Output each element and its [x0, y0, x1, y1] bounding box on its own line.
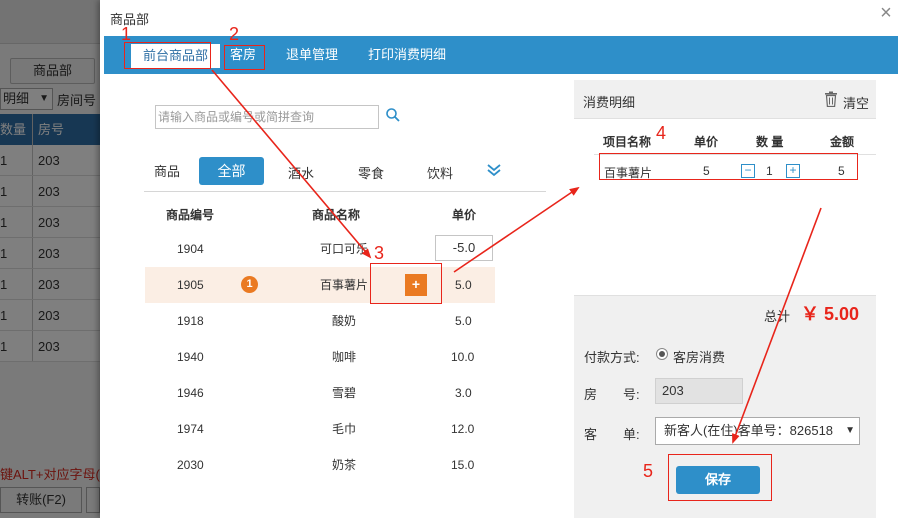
annotation-arrow-1-to-3	[211, 69, 372, 259]
annotation-arrows	[211, 69, 822, 444]
annotation-arrow-4-to-5	[732, 207, 822, 444]
annotation-arrow-3-to-4	[453, 186, 580, 273]
